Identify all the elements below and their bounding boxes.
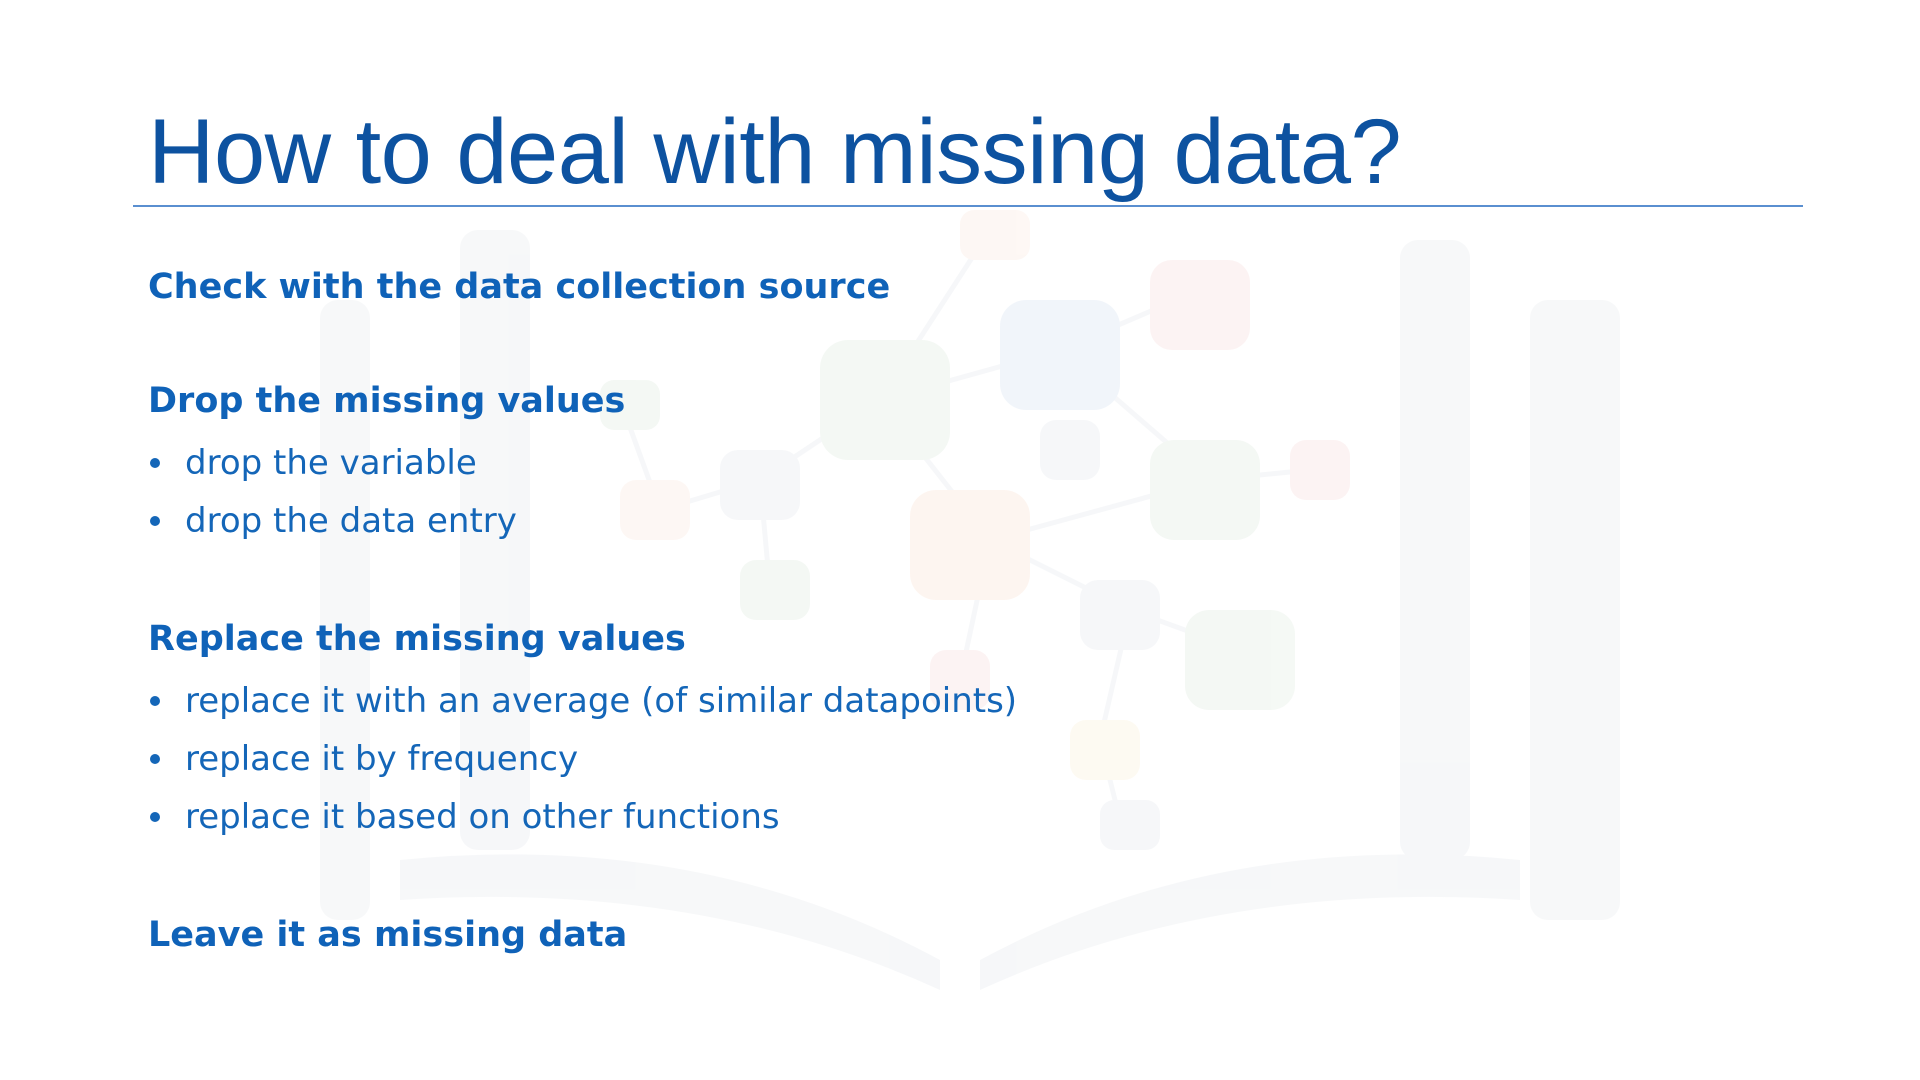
list-item: replace it based on other functions (148, 788, 1648, 846)
list-item: drop the variable (148, 434, 1648, 492)
section-replace-missing: Replace the missing values replace it wi… (148, 614, 1648, 846)
list-item: drop the data entry (148, 492, 1648, 550)
list-item: replace it by frequency (148, 730, 1648, 788)
section-heading: Replace the missing values (148, 619, 686, 659)
bullet-icon (150, 812, 160, 822)
bullet-icon (150, 458, 160, 468)
list-item-text: drop the data entry (185, 501, 517, 541)
bullet-icon (150, 516, 160, 526)
list-item: replace it with an average (of similar d… (148, 672, 1648, 730)
section-check-source: Check with the data collection source (148, 262, 1648, 312)
section-heading: Drop the missing values (148, 381, 626, 421)
slide-content: Check with the data collection source Dr… (148, 262, 1648, 960)
bullet-list: drop the variable drop the data entry (148, 434, 1648, 550)
section-drop-missing: Drop the missing values drop the variabl… (148, 376, 1648, 550)
title-underline (133, 205, 1803, 207)
list-item-text: replace it with an average (of similar d… (185, 681, 1018, 721)
section-heading: Leave it as missing data (148, 915, 628, 955)
list-item-text: replace it based on other functions (185, 797, 780, 837)
list-item-text: replace it by frequency (185, 739, 579, 779)
bullet-icon (150, 754, 160, 764)
section-leave-missing: Leave it as missing data (148, 910, 1648, 960)
slide-title: How to deal with missing data? (148, 101, 1402, 203)
list-item-text: drop the variable (185, 443, 477, 483)
section-heading: Check with the data collection source (148, 267, 891, 307)
bullet-list: replace it with an average (of similar d… (148, 672, 1648, 846)
bullet-icon (150, 696, 160, 706)
